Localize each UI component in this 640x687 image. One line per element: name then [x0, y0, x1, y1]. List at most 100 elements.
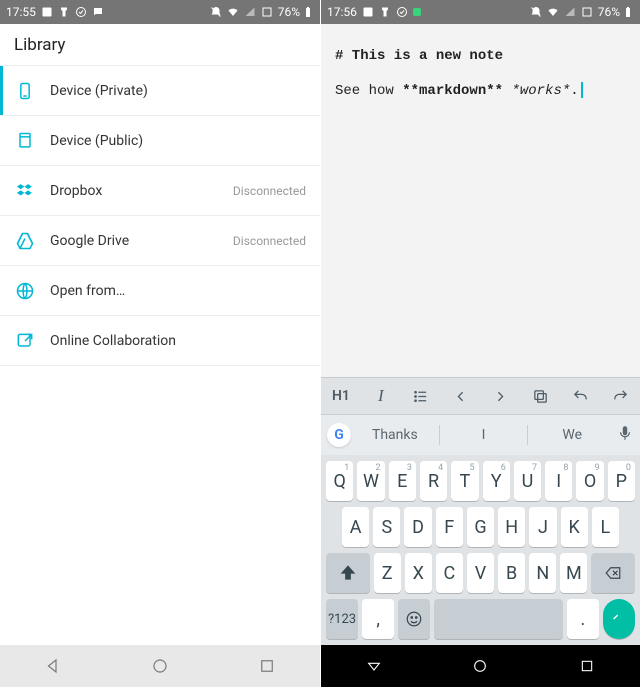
nfc-icon [581, 6, 593, 18]
soft-keyboard: Q1W2E3R4T5Y6U7I8O9P0 ASDFGHJKL ZXCVBNM ?… [321, 455, 640, 645]
key-symbols[interactable]: ?123 [326, 599, 358, 639]
list-item-label: Open from… [50, 283, 306, 299]
device-public-icon [14, 130, 36, 152]
device-private-icon [14, 80, 36, 102]
wifi-icon [227, 6, 239, 18]
note-editor[interactable]: # This is a new note See how **markdown*… [321, 24, 640, 377]
editor-line: # This is a new note [335, 44, 626, 69]
key-v[interactable]: V [467, 553, 494, 593]
editor-line: See how **markdown** *works*. [335, 79, 626, 104]
suggestion-word[interactable]: I [440, 427, 528, 443]
key-shift[interactable] [326, 553, 370, 593]
toolbar-next-button[interactable] [481, 388, 521, 405]
mic-icon[interactable] [616, 424, 634, 446]
android-navbar [321, 645, 640, 687]
toolbar-italic-button[interactable]: I [361, 386, 401, 406]
list-item-label: Online Collaboration [50, 333, 306, 349]
key-space[interactable] [434, 599, 562, 639]
key-z[interactable]: Z [374, 553, 401, 593]
suggestion-word[interactable]: Thanks [351, 427, 439, 443]
key-l[interactable]: L [592, 507, 619, 547]
key-y[interactable]: Y6 [483, 461, 510, 501]
key-m[interactable]: M [560, 553, 587, 593]
screen-library: 17:55 76% Library Device (Private) [0, 0, 320, 687]
sync-icon [396, 6, 408, 18]
status-time: 17:55 [6, 5, 36, 19]
key-e[interactable]: E3 [389, 461, 416, 501]
list-item-label: Device (Public) [50, 133, 306, 149]
list-item-status: Disconnected [233, 184, 306, 198]
evernote-icon [58, 6, 70, 18]
collaboration-icon [14, 330, 36, 352]
key-emoji[interactable] [398, 599, 430, 639]
key-t[interactable]: T5 [451, 461, 478, 501]
key-d[interactable]: D [404, 507, 431, 547]
list-item-label: Dropbox [50, 183, 233, 199]
library-item-open-from[interactable]: Open from… [0, 266, 320, 316]
toolbar-list-button[interactable] [401, 388, 441, 405]
key-c[interactable]: C [436, 553, 463, 593]
google-drive-icon [14, 230, 36, 252]
dropbox-icon [14, 180, 36, 202]
key-a[interactable]: A [342, 507, 369, 547]
key-p[interactable]: P0 [608, 461, 635, 501]
library-item-device-public[interactable]: Device (Public) [0, 116, 320, 166]
key-s[interactable]: S [373, 507, 400, 547]
nav-recent-button[interactable] [577, 656, 597, 676]
key-b[interactable]: B [498, 553, 525, 593]
text-cursor [581, 82, 583, 98]
status-bar: 17:56 76% [321, 0, 640, 24]
key-comma[interactable]: , [362, 599, 394, 639]
key-backspace[interactable] [591, 553, 635, 593]
open-from-icon [14, 280, 36, 302]
toolbar-undo-button[interactable] [560, 388, 600, 405]
dnd-icon [530, 6, 542, 18]
page-title: Library [0, 24, 320, 66]
nav-home-button[interactable] [470, 656, 490, 676]
battery-indicator: 76% [278, 5, 314, 19]
library-item-online-collaboration[interactable]: Online Collaboration [0, 316, 320, 366]
message-icon [92, 6, 104, 18]
toolbar-copy-button[interactable] [520, 388, 560, 405]
key-g[interactable]: G [467, 507, 494, 547]
key-r[interactable]: R4 [420, 461, 447, 501]
key-j[interactable]: J [529, 507, 556, 547]
nav-back-button[interactable] [43, 656, 63, 676]
library-item-dropbox[interactable]: Dropbox Disconnected [0, 166, 320, 216]
suggestion-word[interactable]: We [528, 427, 616, 443]
key-x[interactable]: X [405, 553, 432, 593]
key-k[interactable]: K [561, 507, 588, 547]
key-u[interactable]: U7 [514, 461, 541, 501]
library-list: Device (Private) Device (Public) Dropbox… [0, 66, 320, 645]
key-n[interactable]: N [529, 553, 556, 593]
key-enter[interactable] [603, 599, 635, 639]
android-navbar [0, 645, 320, 687]
toolbar-heading-button[interactable]: H1 [321, 388, 361, 404]
dnd-icon [210, 6, 222, 18]
nav-home-button[interactable] [150, 656, 170, 676]
key-q[interactable]: Q1 [326, 461, 353, 501]
key-w[interactable]: W2 [357, 461, 384, 501]
library-item-device-private[interactable]: Device (Private) [0, 66, 320, 116]
key-h[interactable]: H [498, 507, 525, 547]
gallery-icon [362, 6, 374, 18]
wifi-icon [547, 6, 559, 18]
key-i[interactable]: I8 [545, 461, 572, 501]
battery-indicator: 76% [598, 5, 634, 19]
key-f[interactable]: F [436, 507, 463, 547]
toolbar-prev-button[interactable] [441, 388, 481, 405]
library-item-google-drive[interactable]: Google Drive Disconnected [0, 216, 320, 266]
keyboard-suggestions: G Thanks I We [321, 415, 640, 455]
key-period[interactable]: . [567, 599, 599, 639]
screen-editor: 17:56 76% # This is a new note See how *… [320, 0, 640, 687]
list-item-label: Google Drive [50, 233, 233, 249]
gallery-icon [41, 6, 53, 18]
app-indicator-icon [413, 8, 421, 16]
key-o[interactable]: O9 [576, 461, 603, 501]
nav-back-button[interactable] [364, 656, 384, 676]
google-icon[interactable]: G [327, 423, 351, 447]
nav-recent-button[interactable] [257, 656, 277, 676]
sync-icon [75, 6, 87, 18]
toolbar-redo-button[interactable] [600, 388, 640, 405]
signal-icon [244, 6, 256, 18]
